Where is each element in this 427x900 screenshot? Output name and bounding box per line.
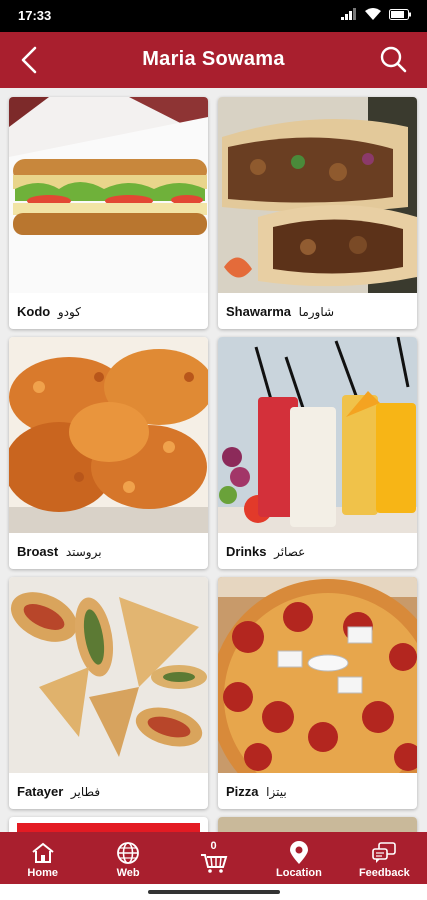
card-label: Drinks عصائر bbox=[226, 544, 305, 559]
nav-label: Location bbox=[276, 867, 322, 879]
page-title: Maria Sowama bbox=[142, 48, 285, 70]
category-name-ar: بروستد bbox=[65, 545, 102, 559]
nav-label: Home bbox=[27, 867, 58, 879]
card-label: Pizza بيتزا bbox=[226, 784, 287, 799]
nav-home[interactable]: Home bbox=[0, 832, 85, 884]
category-grid: Kodo كودو Shawarma شاورما Broast بروستد … bbox=[0, 88, 427, 832]
battery-icon bbox=[389, 8, 411, 20]
cart-badge: 0 bbox=[210, 840, 217, 852]
status-icons bbox=[341, 8, 411, 20]
category-card-pizza[interactable]: Pizza بيتزا bbox=[218, 577, 417, 809]
category-name: Broast bbox=[17, 544, 59, 559]
broast-image bbox=[9, 337, 208, 533]
category-name-ar: كودو bbox=[57, 305, 81, 319]
pizza-image bbox=[218, 577, 417, 773]
nav-cart[interactable]: 0 bbox=[171, 832, 256, 884]
category-card-kodo[interactable]: Kodo كودو bbox=[9, 97, 208, 329]
category-name-ar: بيتزا bbox=[266, 785, 287, 799]
category-name-ar: شاورما bbox=[298, 305, 335, 319]
category-name: Pizza bbox=[226, 784, 259, 799]
search-button[interactable] bbox=[377, 44, 409, 76]
wifi-icon bbox=[365, 8, 381, 20]
nav-web[interactable]: Web bbox=[85, 832, 170, 884]
category-card-shawarma[interactable]: Shawarma شاورما bbox=[218, 97, 417, 329]
category-card-broast[interactable]: Broast بروستد bbox=[9, 337, 208, 569]
kodo-image bbox=[9, 97, 208, 293]
category-name-ar: عصائر bbox=[274, 545, 306, 559]
category-name: Kodo bbox=[17, 304, 51, 319]
nav-label: Web bbox=[116, 867, 140, 879]
status-bar: 17:33 bbox=[0, 0, 427, 32]
card-label: Kodo كودو bbox=[17, 304, 81, 319]
nav-label: Feedback bbox=[358, 867, 410, 879]
home-icon bbox=[32, 842, 54, 863]
card-label: Broast بروستد bbox=[17, 544, 102, 559]
location-pin-icon bbox=[289, 841, 308, 864]
globe-icon bbox=[117, 842, 140, 864]
fatayer-image bbox=[9, 577, 208, 773]
bottom-nav: Home Web 0 Location Feedback bbox=[0, 832, 427, 884]
category-card-drinks[interactable]: Drinks عصائر bbox=[218, 337, 417, 569]
category-card-partial[interactable] bbox=[9, 817, 208, 832]
signal-icon bbox=[341, 8, 356, 20]
shawarma-image bbox=[218, 97, 417, 293]
category-card-fatayer[interactable]: Fatayer فطاير bbox=[9, 577, 208, 809]
partial-card-image bbox=[218, 817, 417, 832]
nav-feedback[interactable]: Feedback bbox=[342, 832, 427, 884]
search-icon bbox=[380, 46, 407, 73]
app-bar: Maria Sowama bbox=[0, 32, 427, 88]
partial-card-image bbox=[17, 823, 200, 832]
drinks-image bbox=[218, 337, 417, 533]
category-card-partial[interactable] bbox=[218, 817, 417, 832]
category-name-ar: فطاير bbox=[70, 785, 101, 799]
gesture-bar bbox=[0, 884, 427, 900]
nav-location[interactable]: Location bbox=[256, 832, 341, 884]
card-label: Shawarma شاورما bbox=[226, 304, 334, 319]
category-name: Fatayer bbox=[17, 784, 64, 799]
status-time: 17:33 bbox=[18, 8, 52, 23]
category-name: Drinks bbox=[226, 544, 267, 559]
category-name: Shawarma bbox=[226, 304, 292, 319]
feedback-icon bbox=[372, 842, 397, 863]
home-indicator[interactable] bbox=[148, 890, 280, 894]
card-label: Fatayer فطاير bbox=[17, 784, 100, 799]
